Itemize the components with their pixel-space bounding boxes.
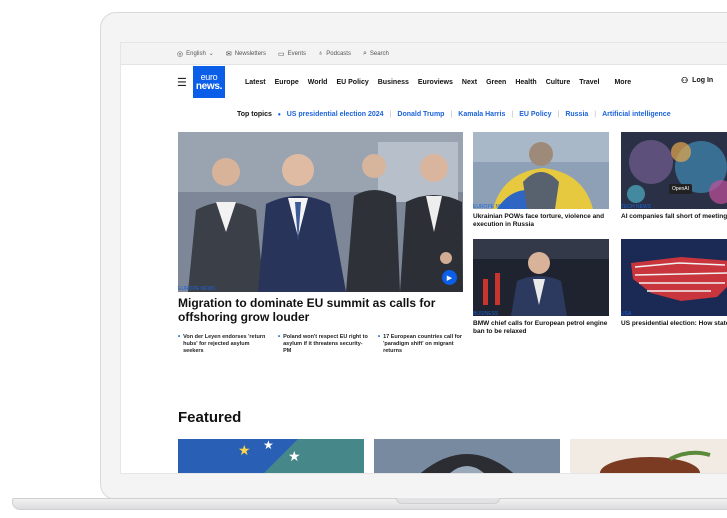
login-button[interactable]: ⚇ Log In	[681, 76, 713, 85]
nav-item-latest[interactable]: Latest	[245, 79, 266, 86]
topic-eu-policy[interactable]: EU Policy	[519, 111, 551, 118]
search-link[interactable]: ⌕ Search	[363, 50, 389, 58]
hero-article-image[interactable]: ▶	[178, 132, 463, 292]
bullet-dot-icon: •	[277, 109, 281, 119]
svg-text:★: ★	[288, 448, 301, 464]
related-link[interactable]: • 17 European countries call for 'paradig…	[378, 334, 468, 355]
browser-screen: ◎ English ⌄ ✉ Newsletters ▭ Events ♁ Podcasts…	[120, 42, 727, 474]
nav-item-euroviews[interactable]: Euroviews	[418, 79, 453, 86]
topic-artificial-intelligence[interactable]: Artificial intelligence	[602, 111, 670, 118]
nav-item-health[interactable]: Health	[515, 79, 536, 86]
mail-icon: ✉	[225, 50, 232, 58]
events-link[interactable]: ▭ Events	[278, 50, 306, 58]
nav-item-travel[interactable]: Travel	[579, 79, 599, 86]
article-image-pow[interactable]	[473, 132, 609, 209]
article-image-bmw[interactable]	[473, 239, 609, 316]
podcasts-link[interactable]: ♁ Podcasts	[318, 50, 351, 57]
card-headline[interactable]: US presidential election: How states hav…	[621, 320, 727, 328]
globe-icon: ◎	[177, 50, 184, 58]
nav-item-more[interactable]: More	[614, 79, 631, 86]
utility-bar: ◎ English ⌄ ✉ Newsletters ▭ Events ♁ Podcasts…	[121, 43, 727, 65]
newsletters-link[interactable]: ✉ Newsletters	[226, 50, 266, 58]
main-nav: ☰ euro news. Latest Europe World EU Poli…	[121, 65, 727, 99]
topic-donald-trump[interactable]: Donald Trump	[397, 111, 444, 118]
card-headline[interactable]: Ukrainian POWs face torture, violence an…	[473, 213, 611, 229]
hero-category-tag[interactable]: EUROPE NEWS	[178, 286, 216, 292]
play-video-icon[interactable]: ▶	[442, 270, 457, 285]
nav-item-europe[interactable]: Europe	[275, 79, 299, 86]
person-icon: ⚇	[681, 76, 689, 85]
card-headline[interactable]: AI companies fall short of meeting EU AI…	[621, 213, 727, 221]
card-headline[interactable]: BMW chief calls for European petrol engi…	[473, 320, 611, 336]
microphone-icon: ♁	[318, 50, 324, 57]
laptop-notch	[396, 498, 500, 504]
topic-russia[interactable]: Russia	[565, 111, 588, 118]
nav-item-next[interactable]: Next	[462, 79, 477, 86]
article-image-us-map[interactable]	[621, 239, 727, 316]
related-link[interactable]: • Poland won't respect EU right to asylum…	[278, 334, 368, 355]
related-links: • Von der Leyen endorses 'return hubs' fo…	[178, 334, 468, 355]
card-category-tag[interactable]: TECH NEWS	[621, 204, 651, 210]
nav-item-eu-policy[interactable]: EU Policy	[336, 79, 368, 86]
hamburger-menu-icon[interactable]: ☰	[177, 76, 191, 89]
hero-headline[interactable]: Migration to dominate EU summit as calls…	[178, 296, 448, 324]
top-topics-bar: Top topics • US presidential election 20…	[237, 109, 671, 119]
laptop-mockup: ◎ English ⌄ ✉ Newsletters ▭ Events ♁ Podcasts…	[0, 0, 727, 518]
nav-item-culture[interactable]: Culture	[546, 79, 571, 86]
chevron-down-icon: ⌄	[208, 51, 214, 57]
card-category-tag[interactable]: USA	[621, 311, 631, 317]
nav-item-business[interactable]: Business	[378, 79, 409, 86]
top-topics-label: Top topics	[237, 110, 272, 118]
nav-item-world[interactable]: World	[308, 79, 328, 86]
calendar-icon: ▭	[278, 50, 285, 58]
openai-badge: OpenAI	[669, 184, 692, 194]
related-link[interactable]: • Von der Leyen endorses 'return hubs' fo…	[178, 334, 268, 355]
featured-image-food[interactable]	[570, 439, 727, 473]
article-image-ai[interactable]: OpenAI	[621, 132, 727, 209]
featured-heading: Featured	[178, 409, 242, 426]
card-category-tag[interactable]: EUROPE NEWS	[473, 204, 511, 210]
svg-text:★: ★	[263, 439, 274, 452]
topic-us-election[interactable]: US presidential election 2024	[287, 111, 384, 118]
topic-kamala-harris[interactable]: Kamala Harris	[458, 111, 505, 118]
euronews-logo[interactable]: euro news.	[193, 66, 225, 98]
language-selector[interactable]: ◎ English ⌄	[177, 50, 214, 58]
laptop-base	[12, 498, 727, 510]
card-category-tag[interactable]: BUSINESS	[473, 311, 498, 317]
nav-item-green[interactable]: Green	[486, 79, 506, 86]
featured-image-eu-flag[interactable]: ★ ★ ★	[178, 439, 364, 473]
featured-image-tire[interactable]	[374, 439, 560, 473]
svg-text:★: ★	[238, 442, 251, 458]
search-icon: ⌕	[362, 49, 367, 57]
